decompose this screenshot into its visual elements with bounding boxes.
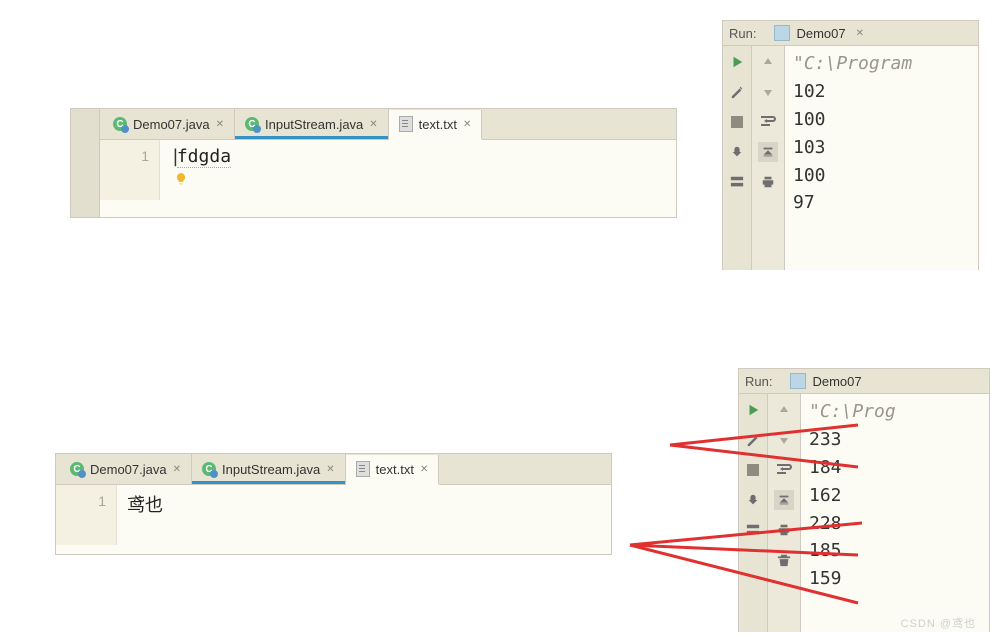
- run-header: Run: Demo07: [739, 369, 989, 394]
- close-icon[interactable]: ✕: [856, 28, 864, 39]
- tab-bar-1: C Demo07.java ✕ C InputStream.java ✕ tex…: [99, 109, 676, 140]
- text-file-icon: [356, 461, 370, 477]
- application-icon: [790, 373, 806, 389]
- run-config-tab[interactable]: Demo07: [782, 369, 869, 393]
- console-line: 162: [809, 485, 842, 506]
- down-button[interactable]: [758, 82, 778, 102]
- console-line: 185: [809, 540, 842, 561]
- dump-threads-button[interactable]: [727, 142, 747, 162]
- run-label: Run:: [729, 26, 756, 41]
- text-caret: [170, 146, 177, 167]
- close-icon[interactable]: ✕: [216, 119, 224, 130]
- close-icon[interactable]: ✕: [463, 119, 471, 130]
- editor-left-gutter: [71, 109, 100, 217]
- run-label: Run:: [745, 374, 772, 389]
- scroll-to-end-button[interactable]: [758, 142, 778, 162]
- tab-demo07-java[interactable]: C Demo07.java ✕: [103, 109, 235, 139]
- run-config-tab[interactable]: Demo07 ✕: [766, 21, 872, 45]
- code-area[interactable]: fdgda: [160, 140, 676, 200]
- scroll-to-end-button[interactable]: [774, 490, 794, 510]
- console-output[interactable]: "C:\Program 102 100 103 100 97: [785, 46, 978, 270]
- layout-button[interactable]: [727, 172, 747, 192]
- editor-panel-1: C Demo07.java ✕ C InputStream.java ✕ tex…: [70, 108, 677, 218]
- close-icon[interactable]: ✕: [420, 464, 428, 475]
- console-output[interactable]: "C:\Prog 233 184 162 228 185 159: [801, 394, 989, 632]
- console-line: 184: [809, 457, 842, 478]
- run-panel-2: Run: Demo07 "C:\Prog 233 184 162 228 185…: [738, 368, 990, 632]
- run-side-toolbar: [739, 394, 768, 632]
- console-line: 103: [793, 137, 826, 158]
- line-number: 1: [141, 148, 149, 164]
- run-side-toolbar-2: [752, 46, 785, 270]
- tab-text-txt[interactable]: text.txt ✕: [389, 110, 483, 140]
- line-number-gutter: 1: [56, 485, 117, 545]
- intention-bulb-icon[interactable]: [174, 170, 188, 184]
- rerun-button[interactable]: [727, 52, 747, 72]
- file-content: 鸢也: [127, 495, 163, 516]
- console-line: 233: [809, 429, 842, 450]
- stop-button[interactable]: [743, 460, 763, 480]
- console-line: 159: [809, 568, 842, 589]
- tab-inputstream-java[interactable]: C InputStream.java ✕: [192, 454, 346, 484]
- text-file-icon: [399, 116, 413, 132]
- delete-button[interactable]: [774, 550, 794, 570]
- tab-label: Demo07.java: [90, 462, 167, 477]
- tab-label: InputStream.java: [222, 462, 320, 477]
- tab-label: text.txt: [376, 462, 414, 477]
- tab-inputstream-java[interactable]: C InputStream.java ✕: [235, 109, 389, 139]
- console-command-line: "C:\Program: [793, 53, 912, 74]
- java-class-icon: C: [245, 117, 259, 131]
- print-button[interactable]: [758, 172, 778, 192]
- settings-button[interactable]: [727, 82, 747, 102]
- editor-panel-2: C Demo07.java ✕ C InputStream.java ✕ tex…: [55, 453, 612, 555]
- console-line: 100: [793, 109, 826, 130]
- watermark: CSDN @鸢也: [901, 615, 976, 631]
- close-icon[interactable]: ✕: [326, 464, 334, 475]
- line-number-gutter: 1: [99, 140, 160, 200]
- tab-text-txt[interactable]: text.txt ✕: [346, 455, 440, 485]
- run-config-name: Demo07: [796, 26, 845, 41]
- settings-button[interactable]: [743, 430, 763, 450]
- java-class-icon: C: [113, 117, 127, 131]
- run-header: Run: Demo07 ✕: [723, 21, 978, 46]
- soft-wrap-button[interactable]: [758, 112, 778, 132]
- file-content: fdgda: [177, 146, 231, 168]
- console-line: 228: [809, 513, 842, 534]
- console-line: 100: [793, 165, 826, 186]
- run-side-toolbar: [723, 46, 752, 270]
- layout-button[interactable]: [743, 520, 763, 540]
- application-icon: [774, 25, 790, 41]
- tab-demo07-java[interactable]: C Demo07.java ✕: [60, 454, 192, 484]
- up-button[interactable]: [774, 400, 794, 420]
- tab-label: Demo07.java: [133, 117, 210, 132]
- soft-wrap-button[interactable]: [774, 460, 794, 480]
- dump-threads-button[interactable]: [743, 490, 763, 510]
- code-area[interactable]: 鸢也: [117, 485, 611, 545]
- rerun-button[interactable]: [743, 400, 763, 420]
- down-button[interactable]: [774, 430, 794, 450]
- up-button[interactable]: [758, 52, 778, 72]
- print-button[interactable]: [774, 520, 794, 540]
- console-line: 102: [793, 81, 826, 102]
- tab-bar-2: C Demo07.java ✕ C InputStream.java ✕ tex…: [56, 454, 611, 485]
- stop-button[interactable]: [727, 112, 747, 132]
- run-side-toolbar-2: [768, 394, 801, 632]
- editor-body: 1 鸢也: [56, 485, 611, 545]
- close-icon[interactable]: ✕: [369, 119, 377, 130]
- run-config-name: Demo07: [812, 374, 861, 389]
- console-line: 97: [793, 192, 815, 213]
- tab-label: text.txt: [419, 117, 457, 132]
- java-class-icon: C: [202, 462, 216, 476]
- close-icon[interactable]: ✕: [173, 464, 181, 475]
- console-command-line: "C:\Prog: [809, 401, 896, 422]
- editor-body: 1 fdgda: [99, 140, 676, 200]
- run-panel-1: Run: Demo07 ✕ "C:\Program 102 100 103 10…: [722, 20, 979, 270]
- tab-label: InputStream.java: [265, 117, 363, 132]
- java-class-icon: C: [70, 462, 84, 476]
- line-number: 1: [98, 493, 106, 509]
